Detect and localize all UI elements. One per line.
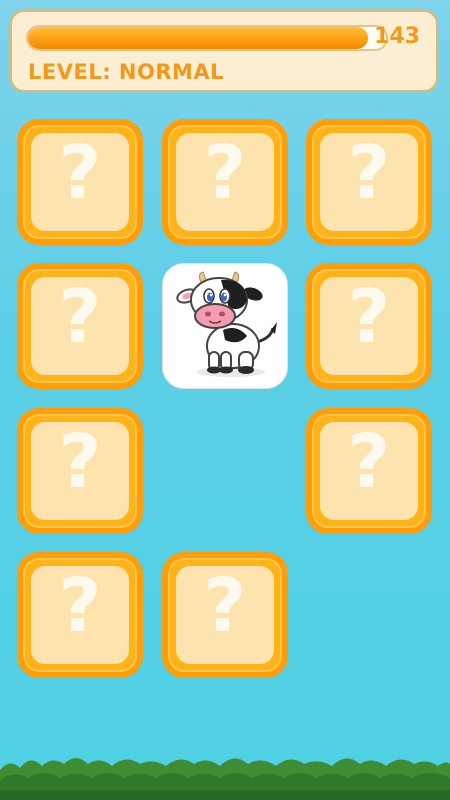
timer-bar-fill — [28, 27, 369, 49]
question-mark-icon: ? — [203, 130, 247, 216]
level-label: LEVEL: NORMAL — [28, 60, 225, 84]
card-7[interactable]: ? — [17, 408, 143, 534]
question-mark-icon: ? — [58, 563, 102, 649]
card-4[interactable]: ? — [17, 263, 143, 389]
question-mark-icon: ? — [347, 274, 391, 360]
hud-panel: 143 LEVEL: NORMAL — [10, 10, 438, 92]
question-mark-icon: ? — [58, 274, 102, 360]
card-3[interactable]: ? — [306, 119, 432, 245]
card-9[interactable]: ? — [306, 408, 432, 534]
question-mark-icon: ? — [347, 419, 391, 505]
card-2[interactable]: ? — [162, 119, 288, 245]
grass-decoration — [0, 758, 450, 800]
card-10[interactable]: ? — [17, 552, 143, 678]
question-mark-icon: ? — [58, 419, 102, 505]
card-11[interactable]: ? — [162, 552, 288, 678]
timer-bar — [26, 25, 388, 51]
question-mark-icon: ? — [58, 130, 102, 216]
question-mark-icon: ? — [347, 130, 391, 216]
card-6[interactable]: ? — [306, 263, 432, 389]
cow-icon — [176, 271, 277, 377]
question-mark-icon: ? — [203, 563, 247, 649]
timer-value: 143 — [374, 24, 420, 49]
card-1[interactable]: ? — [17, 119, 143, 245]
card-5-revealed[interactable] — [162, 263, 288, 389]
